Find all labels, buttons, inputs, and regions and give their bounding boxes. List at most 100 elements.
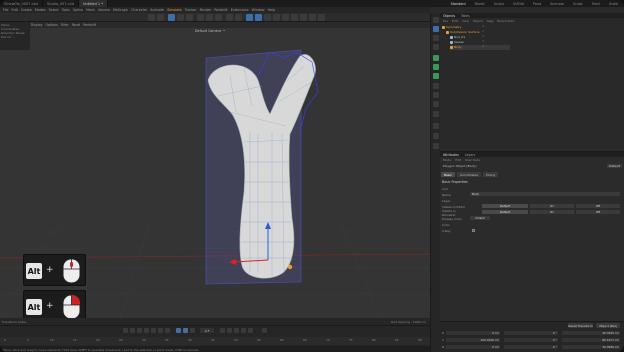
om-menu-object[interactable]: Object (473, 19, 483, 23)
rotate-tool-icon[interactable] (177, 14, 184, 21)
cloner-icon[interactable] (273, 14, 280, 21)
coordinate-space-select[interactable]: Object (Rel) (596, 323, 620, 328)
visible-renderer-select[interactable]: Default (482, 210, 528, 214)
layers-icon[interactable] (433, 133, 439, 139)
am-menu-user-data[interactable]: User Data (465, 158, 480, 162)
menu-edit[interactable]: Edit (12, 8, 18, 12)
scene-icon[interactable] (300, 14, 307, 21)
om-menu-tags[interactable]: Tags (487, 19, 494, 23)
doc-tab-2[interactable]: Studio_007.c4d (43, 0, 79, 7)
light-icon[interactable] (318, 14, 325, 21)
subtab-basic[interactable]: Basic (441, 172, 455, 177)
current-frame-field[interactable]: 0 F (200, 328, 214, 333)
key-param-icon[interactable] (241, 328, 246, 333)
viewport[interactable]: View Cameras Display Options Filter Pane… (0, 22, 430, 325)
menu-extensions[interactable]: Extensions (231, 8, 249, 12)
layout-standard[interactable]: Standard (451, 2, 466, 6)
menu-tracker[interactable]: Tracker (185, 8, 197, 12)
menu-window[interactable]: Window (252, 8, 265, 12)
om-menu-edit[interactable]: Edit (452, 19, 458, 23)
object-row[interactable]: Null_01 (450, 35, 510, 40)
om-menu-file[interactable]: File (443, 19, 448, 23)
timeline-settings-icon[interactable] (262, 328, 267, 333)
key-rot-icon[interactable] (227, 328, 232, 333)
menu-mograph[interactable]: MoGraph (113, 8, 128, 12)
menu-modes[interactable]: Modes (35, 8, 46, 12)
layout-track[interactable]: Track (591, 2, 600, 6)
menu-help[interactable]: Help (268, 8, 276, 12)
axis-z-icon[interactable] (215, 14, 222, 21)
default-button[interactable]: Default (607, 164, 622, 168)
layout-scale[interactable]: Scale (609, 2, 618, 6)
make-editable-icon[interactable] (433, 17, 439, 23)
subdivision-icon[interactable] (264, 14, 271, 21)
layout-uvedit[interactable]: UVEdit (513, 2, 524, 6)
texture-icon[interactable] (433, 123, 439, 129)
layout-script[interactable]: Script (573, 2, 583, 6)
undo-icon[interactable] (148, 14, 155, 21)
object-row[interactable]: Sweep (450, 40, 510, 45)
workplane-icon[interactable] (433, 92, 439, 98)
axis-x-icon[interactable] (197, 14, 204, 21)
visible-renderer-on[interactable]: On (530, 210, 574, 214)
play-back-icon[interactable] (144, 328, 149, 333)
render-view-icon[interactable] (226, 14, 233, 21)
deformer-icon[interactable] (282, 14, 289, 21)
lock-icon[interactable] (433, 111, 439, 117)
layout-model[interactable]: Model (475, 2, 485, 6)
menu-render[interactable]: Render (200, 8, 212, 12)
menu-animate[interactable]: Animate (150, 8, 164, 12)
name-field[interactable]: Body (470, 192, 620, 196)
size-y-field[interactable]: 89.1971 cm (562, 337, 620, 343)
object-row[interactable]: Subdivision Surface (446, 30, 506, 35)
points-mode-icon[interactable] (433, 55, 439, 61)
subtab-coordinates[interactable]: Coordinates (456, 172, 481, 177)
menu-spline[interactable]: Spline (73, 8, 83, 12)
texture-mode-icon[interactable] (433, 35, 439, 41)
next-key-icon[interactable] (165, 328, 170, 333)
enabled-check-icon[interactable]: ✓ (482, 44, 485, 48)
menu-tools[interactable]: Tools (62, 8, 70, 12)
material-icon[interactable] (433, 143, 439, 149)
solo-icon[interactable] (433, 101, 439, 107)
menu-mesh[interactable]: Mesh (86, 8, 95, 12)
menu-select[interactable]: Select (49, 8, 59, 12)
pos-z-field[interactable]: 0 cm (446, 344, 500, 350)
enabled-check-icon[interactable]: ✓ (482, 29, 485, 33)
object-row[interactable]: Symmetry (442, 25, 502, 30)
key-pla-icon[interactable] (248, 328, 253, 333)
scale-tool-icon[interactable] (186, 14, 193, 21)
axis-mode-icon[interactable] (433, 44, 439, 50)
next-frame-icon[interactable] (158, 328, 163, 333)
tab-layers[interactable]: Layers (465, 153, 476, 157)
size-z-field[interactable]: 39.3586 cm (562, 344, 620, 350)
rot-y-field[interactable]: 0 ° (504, 337, 558, 343)
enabled-check-icon[interactable]: ✓ (482, 34, 485, 38)
key-mode-icon[interactable] (190, 328, 195, 333)
doc-tab-3[interactable]: Untitled 1 * (78, 0, 108, 7)
go-start-icon[interactable] (123, 328, 128, 333)
edges-mode-icon[interactable] (433, 64, 439, 70)
menu-character[interactable]: Character (131, 8, 147, 12)
am-menu-mode[interactable]: Mode (443, 158, 451, 162)
rot-z-field[interactable]: 0 ° (504, 344, 558, 350)
reset-transform-button[interactable]: Reset Transform (568, 323, 593, 328)
auto-key-icon[interactable] (183, 328, 188, 333)
layout-sculpt[interactable]: Sculpt (494, 2, 504, 6)
pen-icon[interactable] (255, 14, 262, 21)
display-color-select[interactable]: Inherit (470, 216, 490, 220)
tab-takes[interactable]: Takes (461, 14, 470, 18)
menu-redshift[interactable]: Redshift (214, 8, 227, 12)
key-pos-icon[interactable] (220, 328, 225, 333)
enabled-check-icon[interactable]: ✓ (482, 39, 485, 43)
frame-ruler[interactable] (0, 337, 430, 345)
am-menu-edit[interactable]: Edit (455, 158, 461, 162)
layout-animate[interactable]: Animate (550, 2, 564, 6)
polygons-mode-icon[interactable] (433, 73, 439, 79)
field-icon[interactable] (291, 14, 298, 21)
pos-y-field[interactable]: 100.0106 cm (446, 337, 500, 343)
menu-simulate[interactable]: Simulate (167, 8, 182, 12)
model-mode-icon[interactable] (433, 26, 439, 32)
render-settings-icon[interactable] (235, 14, 242, 21)
visible-editor-off[interactable]: Off (576, 204, 620, 208)
